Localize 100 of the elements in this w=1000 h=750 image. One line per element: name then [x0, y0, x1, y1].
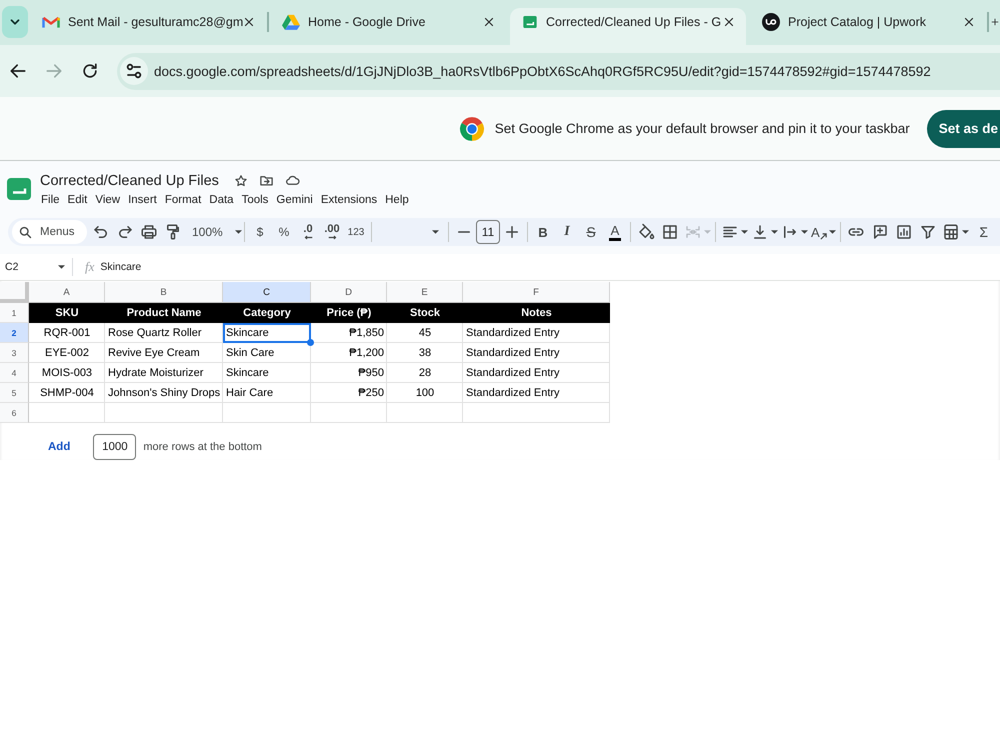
browser-tab[interactable]: Project Catalog | Upwork [750, 8, 986, 45]
table-cell[interactable]: ₱1,850 [311, 323, 387, 343]
table-cell[interactable]: ₱950 [311, 363, 387, 383]
column-header[interactable]: A [29, 282, 105, 303]
row-number[interactable]: 2 [0, 323, 29, 343]
column-title[interactable]: Stock [387, 303, 463, 323]
table-cell[interactable] [29, 403, 105, 423]
column-title[interactable]: Product Name [105, 303, 223, 323]
menu-item[interactable]: Format [160, 194, 206, 206]
plus-icon[interactable] [503, 223, 521, 241]
row-number[interactable]: 5 [0, 383, 29, 403]
table-cell[interactable]: ₱250 [311, 383, 387, 403]
percent-button[interactable]: % [272, 220, 296, 244]
table-cell[interactable] [387, 403, 463, 423]
functions-button[interactable]: Σ [972, 220, 996, 244]
menu-item[interactable]: Help [381, 194, 413, 206]
table-cell[interactable]: Rose Quartz Roller [105, 323, 223, 343]
filter-icon[interactable] [918, 223, 937, 241]
row-number[interactable]: 6 [0, 403, 29, 423]
text-color-button[interactable]: A [603, 220, 627, 244]
table-cell[interactable]: MOIS-003 [29, 363, 105, 383]
set-default-button[interactable]: Set as de [926, 110, 1000, 148]
menu-item[interactable]: Edit [64, 194, 92, 206]
formula-input[interactable]: Skincare [100, 261, 142, 273]
table-cell[interactable] [223, 403, 311, 423]
table-cell[interactable]: Skincare [223, 323, 311, 343]
column-header[interactable]: C [223, 282, 311, 303]
table-cell[interactable]: Standardized Entry [463, 323, 610, 343]
close-icon[interactable] [722, 15, 736, 29]
document-title[interactable]: Corrected/Cleaned Up Files [40, 172, 219, 188]
table-cell[interactable]: Skin Care [223, 343, 311, 363]
column-title[interactable]: Category [223, 303, 311, 323]
table-cell[interactable]: SHMP-004 [29, 383, 105, 403]
table-cell[interactable]: Standardized Entry [463, 343, 610, 363]
column-title[interactable]: SKU [29, 303, 105, 323]
table-cell[interactable]: Johnson's Shiny Drops [105, 383, 223, 403]
menu-item[interactable]: File [37, 194, 64, 206]
menu-item[interactable]: Gemini [272, 194, 317, 206]
close-icon[interactable] [962, 15, 976, 29]
column-header[interactable]: D [311, 282, 387, 303]
close-icon[interactable] [482, 15, 496, 29]
row-count-field[interactable]: 1000 [93, 434, 136, 460]
column-header[interactable]: F [463, 282, 610, 303]
column-title[interactable]: Price (₱) [311, 303, 387, 323]
redo-icon[interactable] [116, 223, 134, 241]
table-cell[interactable]: ₱1,200 [311, 343, 387, 363]
cloud-icon[interactable] [284, 173, 300, 188]
table-cell[interactable] [105, 403, 223, 423]
menu-search-field[interactable]: Menus [12, 220, 87, 244]
paint-roller-icon[interactable] [164, 223, 182, 241]
menu-item[interactable]: View [91, 194, 124, 206]
folder-icon[interactable] [258, 173, 274, 188]
table-cell[interactable] [463, 403, 610, 423]
table-cell[interactable]: Skincare [223, 363, 311, 383]
table-cell[interactable]: Standardized Entry [463, 363, 610, 383]
currency-button[interactable]: $ [248, 220, 272, 244]
increase-decimal-button[interactable]: .00 [320, 220, 344, 244]
table-cell[interactable] [311, 403, 387, 423]
text-rotation-dropdown[interactable]: A [809, 220, 837, 244]
plus-icon[interactable] [990, 17, 1000, 27]
zoom-dropdown[interactable]: 100% [185, 220, 241, 244]
browser-tab[interactable]: Home - Google Drive [270, 8, 506, 45]
bold-button[interactable]: B [531, 220, 555, 244]
table-cell[interactable]: Standardized Entry [463, 383, 610, 403]
paint-bucket-icon[interactable] [637, 223, 655, 241]
table-cell[interactable]: EYE-002 [29, 343, 105, 363]
table-cell[interactable]: Revive Eye Cream [105, 343, 223, 363]
column-title[interactable]: Notes [463, 303, 610, 323]
close-icon[interactable] [242, 15, 256, 29]
print-icon[interactable] [140, 223, 158, 241]
table-cell[interactable]: 100 [387, 383, 463, 403]
browser-tab[interactable]: Corrected/Cleaned Up Files - G [510, 8, 746, 45]
address-bar[interactable]: docs.google.com/spreadsheets/d/1GjJNjDlo3B_ha0RsVtlb6PpObtX6ScAhq0RGf5RC95U/edit?gid=1574478592#gid=1574478592 [117, 52, 1000, 90]
sheet-logo-icon[interactable] [7, 177, 31, 201]
row-number[interactable]: 1 [0, 303, 29, 323]
browser-tab[interactable]: Sent Mail - gesulturamc28@gm [30, 8, 266, 45]
row-number[interactable]: 4 [0, 363, 29, 383]
star-icon[interactable] [234, 174, 248, 188]
font-size-field[interactable]: 11 [476, 220, 500, 244]
sliders-icon[interactable] [120, 57, 148, 85]
column-header[interactable]: B [105, 282, 223, 303]
table-cell[interactable]: Hair Care [223, 383, 311, 403]
strikethrough-button[interactable]: S [579, 220, 603, 244]
menu-item[interactable]: Extensions [316, 194, 382, 206]
table-cell[interactable]: 45 [387, 323, 463, 343]
table-cell[interactable]: 38 [387, 343, 463, 363]
table-cell[interactable]: Hydrate Moisturizer [105, 363, 223, 383]
number-format-button[interactable]: 123 [344, 220, 368, 244]
menu-item[interactable]: Insert [124, 194, 161, 206]
borders-icon[interactable] [661, 223, 679, 241]
undo-icon[interactable] [92, 223, 110, 241]
menu-item[interactable]: Data [205, 194, 238, 206]
tab-list-button[interactable] [2, 6, 28, 38]
row-number[interactable]: 3 [0, 343, 29, 363]
decrease-decimal-button[interactable]: .0 [296, 220, 320, 244]
chart-icon[interactable] [894, 223, 913, 241]
table-cell[interactable]: RQR-001 [29, 323, 105, 343]
menu-item[interactable]: Tools [238, 194, 272, 206]
italic-button[interactable]: I [555, 220, 579, 244]
column-header[interactable]: E [387, 282, 463, 303]
